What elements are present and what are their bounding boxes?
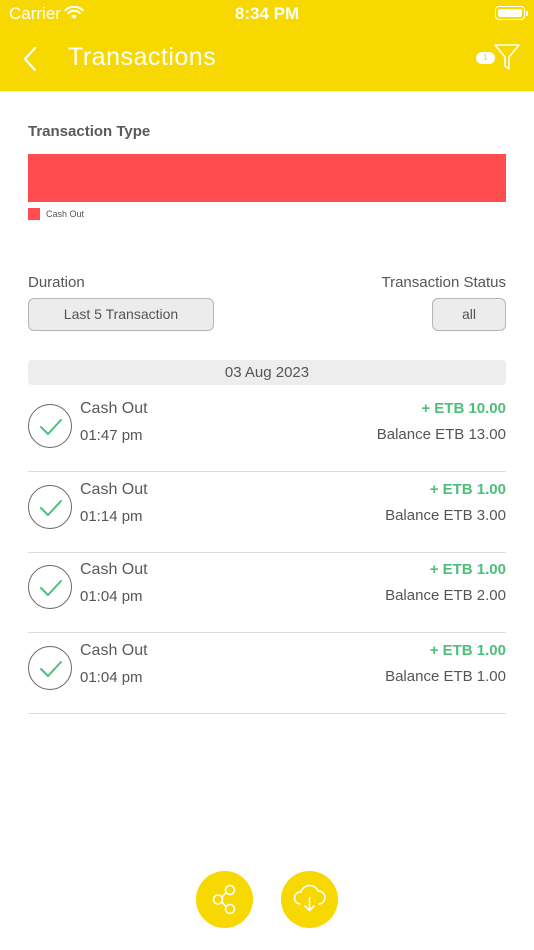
transaction-type: Cash Out [80, 480, 148, 498]
transaction-time: 01:47 pm [80, 427, 143, 444]
battery-icon [495, 6, 525, 20]
transaction-row[interactable]: Cash Out 01:04 pm + ETB 1.00 Balance ETB 1.… [28, 634, 506, 714]
cloud-download-icon [293, 884, 326, 912]
transaction-type: Cash Out [80, 400, 148, 417]
download-button[interactable] [281, 871, 338, 928]
share-icon [212, 884, 236, 915]
transaction-row[interactable]: Cash Out 01:47 pm + ETB 10.00 Balance ETB 1… [28, 392, 506, 472]
success-check-icon [28, 645, 72, 690]
transaction-time: 01:04 pm [80, 588, 143, 605]
duration-select[interactable]: Last 5 Transaction [28, 298, 214, 331]
transaction-type-title: Transaction Type [28, 123, 151, 140]
filter-button[interactable]: 1 [476, 42, 524, 74]
transaction-status-label: Transaction Status [381, 274, 506, 291]
success-check-icon [28, 404, 72, 448]
legend-label: Cash Out [46, 209, 85, 219]
transaction-time: 01:14 pm [80, 507, 143, 525]
transaction-amount: + ETB 1.00 [429, 561, 506, 578]
transaction-balance: Balance ETB 2.00 [385, 587, 506, 604]
duration-label: Duration [28, 274, 85, 291]
date-group-header: 03 Aug 2023 [28, 360, 506, 385]
battery-tip [526, 11, 528, 16]
success-check-icon [28, 484, 72, 529]
transaction-amount: + ETB 1.00 [429, 641, 506, 659]
success-check-icon [28, 565, 72, 609]
transaction-time: 01:04 pm [80, 668, 143, 686]
status-bar: Carrier 8:34 PM [0, 0, 534, 28]
transaction-type: Cash Out [80, 641, 148, 659]
share-button[interactable] [196, 871, 253, 928]
transaction-balance: Balance ETB 1.00 [385, 667, 506, 685]
chevron-left-icon [23, 46, 37, 72]
cash-out-bar [28, 154, 506, 202]
transaction-amount: + ETB 10.00 [421, 400, 506, 417]
transaction-balance: Balance ETB 3.00 [385, 506, 506, 524]
transaction-row[interactable]: Cash Out 01:04 pm + ETB 1.00 Balance ETB 2.… [28, 553, 506, 633]
funnel-icon [494, 44, 520, 70]
transaction-row[interactable]: Cash Out 01:14 pm + ETB 1.00 Balance ETB 3.… [28, 473, 506, 553]
back-button[interactable] [18, 44, 46, 74]
app-header: Carrier 8:34 PM Transactions 1 [0, 0, 534, 91]
page-title: Transactions [68, 43, 217, 71]
transaction-balance: Balance ETB 13.00 [376, 426, 506, 443]
legend-swatch [28, 208, 40, 220]
transaction-amount: + ETB 1.00 [429, 480, 506, 498]
row-divider [28, 712, 506, 714]
transaction-type: Cash Out [80, 561, 148, 578]
status-select[interactable]: all [432, 298, 506, 331]
clock: 8:34 PM [234, 4, 300, 23]
